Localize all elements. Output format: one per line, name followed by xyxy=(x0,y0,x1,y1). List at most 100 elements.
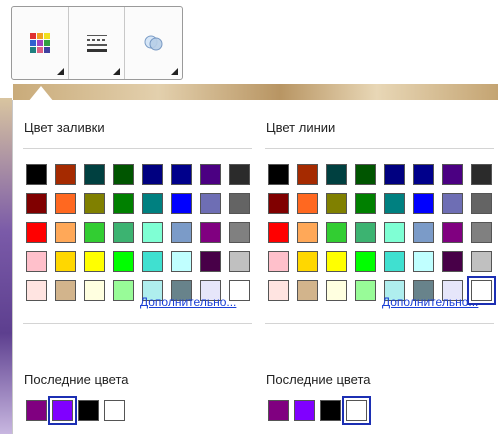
fill-color-swatch[interactable] xyxy=(200,251,221,272)
line-color-recent-swatch[interactable] xyxy=(268,400,289,421)
fill-color-swatch[interactable] xyxy=(84,280,105,301)
line-color-swatch[interactable] xyxy=(442,164,463,185)
line-color-swatch[interactable] xyxy=(297,251,318,272)
color-grid-icon xyxy=(29,33,50,53)
line-color-swatch[interactable] xyxy=(355,280,376,301)
line-color-swatch[interactable] xyxy=(355,193,376,214)
fill-color-recent-swatch[interactable] xyxy=(104,400,125,421)
line-more-colors-link[interactable]: Дополнительно... xyxy=(382,295,478,309)
line-color-swatch[interactable] xyxy=(442,193,463,214)
fill-color-swatch[interactable] xyxy=(55,193,76,214)
fill-recent-title: Последние цвета xyxy=(24,372,129,387)
line-recent-colors xyxy=(268,396,372,425)
fill-color-recent-swatch[interactable] xyxy=(78,400,99,421)
fill-color-swatch[interactable] xyxy=(84,164,105,185)
fill-color-swatch[interactable] xyxy=(26,280,47,301)
line-color-swatch[interactable] xyxy=(326,280,347,301)
line-color-swatch[interactable] xyxy=(326,164,347,185)
line-color-swatch[interactable] xyxy=(326,193,347,214)
dropdown-arrow-icon xyxy=(113,68,121,75)
fill-color-swatch[interactable] xyxy=(171,193,192,214)
fill-color-swatch[interactable] xyxy=(113,193,134,214)
line-style-button[interactable] xyxy=(69,7,126,79)
line-color-swatch[interactable] xyxy=(326,251,347,272)
divider xyxy=(265,148,494,149)
line-color-swatch[interactable] xyxy=(268,280,289,301)
line-color-swatch[interactable] xyxy=(384,222,405,243)
fill-color-palette xyxy=(26,164,250,301)
line-color-swatch[interactable] xyxy=(297,193,318,214)
fill-color-swatch[interactable] xyxy=(229,193,250,214)
line-color-swatch[interactable] xyxy=(268,251,289,272)
fill-color-swatch[interactable] xyxy=(55,222,76,243)
fill-color-swatch[interactable] xyxy=(26,193,47,214)
fill-color-swatch[interactable] xyxy=(26,164,47,185)
fill-color-swatch[interactable] xyxy=(113,251,134,272)
line-color-swatch[interactable] xyxy=(297,280,318,301)
fill-color-swatch[interactable] xyxy=(113,222,134,243)
fill-color-swatch[interactable] xyxy=(55,280,76,301)
fill-color-swatch[interactable] xyxy=(113,164,134,185)
fill-color-swatch[interactable] xyxy=(171,251,192,272)
fill-color-swatch[interactable] xyxy=(84,193,105,214)
line-color-swatch[interactable] xyxy=(297,222,318,243)
line-color-swatch[interactable] xyxy=(297,164,318,185)
fill-color-swatch[interactable] xyxy=(142,164,163,185)
line-color-recent-swatch[interactable] xyxy=(294,400,315,421)
fill-color-swatch[interactable] xyxy=(229,251,250,272)
line-color-swatch[interactable] xyxy=(268,222,289,243)
divider xyxy=(265,323,494,324)
line-color-swatch[interactable] xyxy=(326,222,347,243)
line-color-swatch[interactable] xyxy=(471,164,492,185)
fill-color-swatch[interactable] xyxy=(55,164,76,185)
fill-more-colors-link[interactable]: Дополнительно... xyxy=(140,295,236,309)
fill-color-swatch[interactable] xyxy=(171,164,192,185)
line-color-swatch[interactable] xyxy=(268,193,289,214)
fill-color-recent-swatch[interactable] xyxy=(48,396,77,425)
line-color-swatch[interactable] xyxy=(355,222,376,243)
line-color-swatch[interactable] xyxy=(442,251,463,272)
shape-effects-icon xyxy=(144,35,163,51)
fill-color-swatch[interactable] xyxy=(200,222,221,243)
line-color-recent-swatch[interactable] xyxy=(320,400,341,421)
fill-color-swatch[interactable] xyxy=(200,193,221,214)
line-color-swatch[interactable] xyxy=(413,251,434,272)
format-toolbar xyxy=(11,6,183,80)
fill-color-swatch[interactable] xyxy=(26,222,47,243)
line-color-recent-swatch[interactable] xyxy=(342,396,371,425)
fill-color-button[interactable] xyxy=(12,7,69,79)
line-color-swatch[interactable] xyxy=(413,193,434,214)
background-edge xyxy=(0,98,12,434)
line-color-swatch[interactable] xyxy=(442,222,463,243)
fill-color-swatch[interactable] xyxy=(200,164,221,185)
fill-color-swatch[interactable] xyxy=(229,222,250,243)
fill-color-swatch[interactable] xyxy=(229,164,250,185)
fill-color-swatch[interactable] xyxy=(142,251,163,272)
line-color-swatch[interactable] xyxy=(384,193,405,214)
effects-button[interactable] xyxy=(125,7,182,79)
fill-color-swatch[interactable] xyxy=(84,251,105,272)
fill-color-swatch[interactable] xyxy=(55,251,76,272)
line-color-swatch[interactable] xyxy=(471,193,492,214)
divider xyxy=(23,148,252,149)
fill-color-swatch[interactable] xyxy=(171,222,192,243)
line-color-swatch[interactable] xyxy=(413,222,434,243)
fill-color-recent-swatch[interactable] xyxy=(26,400,47,421)
line-color-swatch[interactable] xyxy=(268,164,289,185)
line-color-swatch[interactable] xyxy=(355,251,376,272)
dropdown-arrow-icon xyxy=(171,68,178,75)
fill-color-swatch[interactable] xyxy=(26,251,47,272)
line-color-swatch[interactable] xyxy=(355,164,376,185)
fill-color-title: Цвет заливки xyxy=(24,120,105,135)
fill-color-swatch[interactable] xyxy=(142,193,163,214)
line-color-swatch[interactable] xyxy=(384,164,405,185)
line-color-swatch[interactable] xyxy=(471,251,492,272)
line-color-swatch[interactable] xyxy=(384,251,405,272)
line-recent-title: Последние цвета xyxy=(266,372,371,387)
line-color-swatch[interactable] xyxy=(413,164,434,185)
fill-color-swatch[interactable] xyxy=(142,222,163,243)
line-color-title: Цвет линии xyxy=(266,120,336,135)
fill-color-swatch[interactable] xyxy=(113,280,134,301)
fill-color-swatch[interactable] xyxy=(84,222,105,243)
line-color-swatch[interactable] xyxy=(471,222,492,243)
